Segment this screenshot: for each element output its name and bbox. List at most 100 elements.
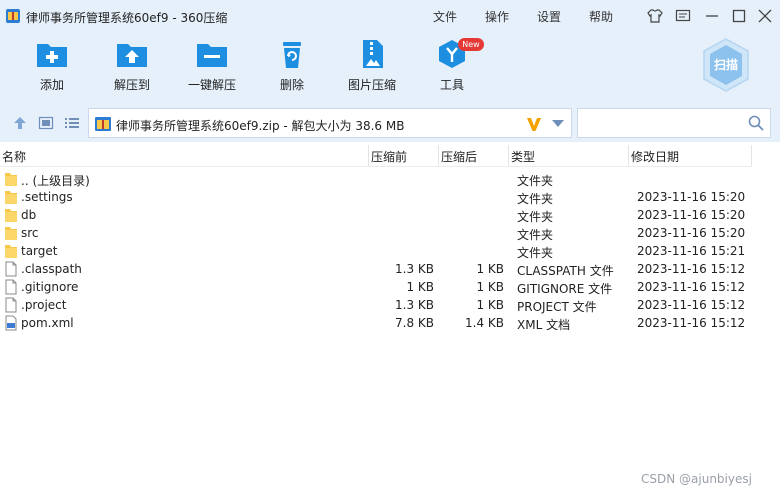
- file-modified: 2023-11-16 15:21: [637, 244, 746, 258]
- column-header-compressed[interactable]: 压缩前: [371, 148, 407, 166]
- image-compress-button[interactable]: 图片压缩: [332, 38, 412, 96]
- app-logo-icon: [6, 9, 20, 23]
- feedback-icon[interactable]: [674, 7, 692, 25]
- one-click-extract-label: 一键解压: [187, 78, 236, 92]
- file-type: PROJECT 文件: [517, 300, 597, 314]
- scan-shield-icon: 扫描: [703, 38, 749, 92]
- column-separator[interactable]: [751, 145, 752, 167]
- file-size-before: 1.3 KB: [395, 262, 434, 276]
- folder-icon: [4, 189, 18, 205]
- file-name: target: [21, 244, 58, 258]
- folder-icon: [4, 171, 18, 187]
- minimize-icon[interactable]: [703, 7, 721, 25]
- scan-button[interactable]: 扫描: [700, 37, 752, 93]
- address-bar[interactable]: 律师事务所管理系统60ef9.zip - 解包大小为 38.6 MB: [88, 108, 572, 138]
- column-separator[interactable]: [508, 145, 509, 167]
- file-modified: 2023-11-16 15:20: [637, 208, 746, 222]
- file-size-after: 1 KB: [476, 280, 504, 294]
- file-modified: 2023-11-16 15:12: [637, 262, 746, 276]
- file-type: 文件夹: [517, 246, 554, 260]
- image-compress-icon: [363, 40, 383, 68]
- column-separator[interactable]: [628, 145, 629, 167]
- file-modified: 2023-11-16 15:20: [637, 226, 746, 240]
- image-compress-label: 图片压缩: [347, 78, 396, 92]
- tools-label: 工具: [439, 78, 464, 92]
- new-badge: New: [458, 38, 484, 51]
- file-name: db: [21, 208, 37, 222]
- title-bar: 律师事务所管理系统60ef9 - 360压缩 文件 操作 设置 帮助: [0, 0, 780, 32]
- delete-label: 删除: [279, 78, 304, 92]
- verified-v-icon[interactable]: [525, 115, 543, 133]
- skin-shirt-icon[interactable]: [646, 7, 664, 25]
- file-name: .. (上级目录): [21, 174, 90, 188]
- column-header-uncompressed[interactable]: 压缩后: [441, 148, 477, 166]
- column-header-type[interactable]: 类型: [511, 148, 535, 166]
- delete-button[interactable]: 删除: [252, 38, 332, 96]
- file-icon: [4, 297, 18, 313]
- close-icon[interactable]: [756, 7, 774, 25]
- file-type: 文件夹: [517, 210, 554, 224]
- file-size-after: 1.4 KB: [465, 316, 504, 330]
- file-modified: 2023-11-16 15:12: [637, 280, 746, 294]
- file-size-before: 1 KB: [406, 280, 434, 294]
- file-name: .settings: [21, 190, 73, 204]
- file-row[interactable]: .settings 文件夹 2023-11-16 15:20: [0, 188, 752, 206]
- up-arrow-icon[interactable]: [12, 115, 28, 131]
- extract-to-label: 解压到: [113, 78, 150, 92]
- menu-help[interactable]: 帮助: [589, 8, 613, 25]
- file-row[interactable]: src 文件夹 2023-11-16 15:20: [0, 224, 752, 242]
- window-title: 律师事务所管理系统60ef9 - 360压缩: [26, 11, 228, 25]
- header-divider: [0, 166, 752, 167]
- vertical-scrollbar[interactable]: [760, 142, 780, 492]
- file-icon: [4, 261, 18, 277]
- file-type: XML 文档: [517, 318, 571, 332]
- tools-button[interactable]: New 工具: [412, 38, 492, 96]
- column-separator[interactable]: [438, 145, 439, 167]
- file-name: .gitignore: [21, 280, 79, 294]
- extract-to-button[interactable]: 解压到: [92, 38, 172, 96]
- search-icon[interactable]: [748, 115, 764, 131]
- thumbnail-view-icon[interactable]: [38, 115, 54, 131]
- menu-file[interactable]: 文件: [433, 8, 457, 25]
- search-input[interactable]: [582, 113, 742, 133]
- file-size-before: 1.3 KB: [395, 298, 434, 312]
- file-type: 文件夹: [517, 174, 554, 188]
- file-type: GITIGNORE 文件: [517, 282, 613, 296]
- file-size-after: 1 KB: [476, 298, 504, 312]
- file-row[interactable]: db 文件夹 2023-11-16 15:20: [0, 206, 752, 224]
- file-modified: 2023-11-16 15:12: [637, 298, 746, 312]
- file-icon: [4, 279, 18, 295]
- toolbar: 添加 解压到 一键解压 删除 图片压缩 New 工具: [0, 32, 780, 104]
- file-size-after: 1 KB: [476, 262, 504, 276]
- column-separator[interactable]: [368, 145, 369, 167]
- file-row[interactable]: .. (上级目录) 文件夹: [0, 170, 752, 188]
- zip-file-icon: [95, 117, 111, 131]
- maximize-icon[interactable]: [730, 7, 748, 25]
- folder-icon: [4, 225, 18, 241]
- file-name: .project: [21, 298, 67, 312]
- one-click-extract-button[interactable]: 一键解压: [172, 38, 252, 96]
- folder-icon: [4, 207, 18, 223]
- file-type: 文件夹: [517, 228, 554, 242]
- file-type: 文件夹: [517, 192, 554, 206]
- file-row[interactable]: .classpath 1.3 KB 1 KB CLASSPATH 文件 2023-11-…: [0, 260, 752, 278]
- add-button[interactable]: 添加: [12, 38, 92, 96]
- file-type: CLASSPATH 文件: [517, 264, 614, 278]
- file-row[interactable]: target 文件夹 2023-11-16 15:21: [0, 242, 752, 260]
- address-dropdown-icon[interactable]: [552, 120, 564, 128]
- file-modified: 2023-11-16 15:12: [637, 316, 746, 330]
- menu-settings[interactable]: 设置: [537, 8, 561, 25]
- list-view-icon[interactable]: [64, 115, 80, 131]
- xml-file-icon: [4, 315, 18, 331]
- menu-operation[interactable]: 操作: [485, 8, 509, 25]
- watermark: CSDN @ajunbiyesj: [641, 472, 752, 486]
- file-row[interactable]: .project 1.3 KB 1 KB PROJECT 文件 2023-11-16 1…: [0, 296, 752, 314]
- search-box: [577, 108, 771, 138]
- add-icon: [37, 44, 67, 67]
- scan-label: 扫描: [714, 57, 738, 72]
- file-row[interactable]: pom.xml 7.8 KB 1.4 KB XML 文档 2023-11-16 15:1…: [0, 314, 752, 332]
- column-header-name[interactable]: 名称: [2, 148, 26, 166]
- one-click-extract-icon: [197, 44, 227, 67]
- column-header-modified[interactable]: 修改日期: [631, 148, 679, 166]
- file-row[interactable]: .gitignore 1 KB 1 KB GITIGNORE 文件 2023-11-16…: [0, 278, 752, 296]
